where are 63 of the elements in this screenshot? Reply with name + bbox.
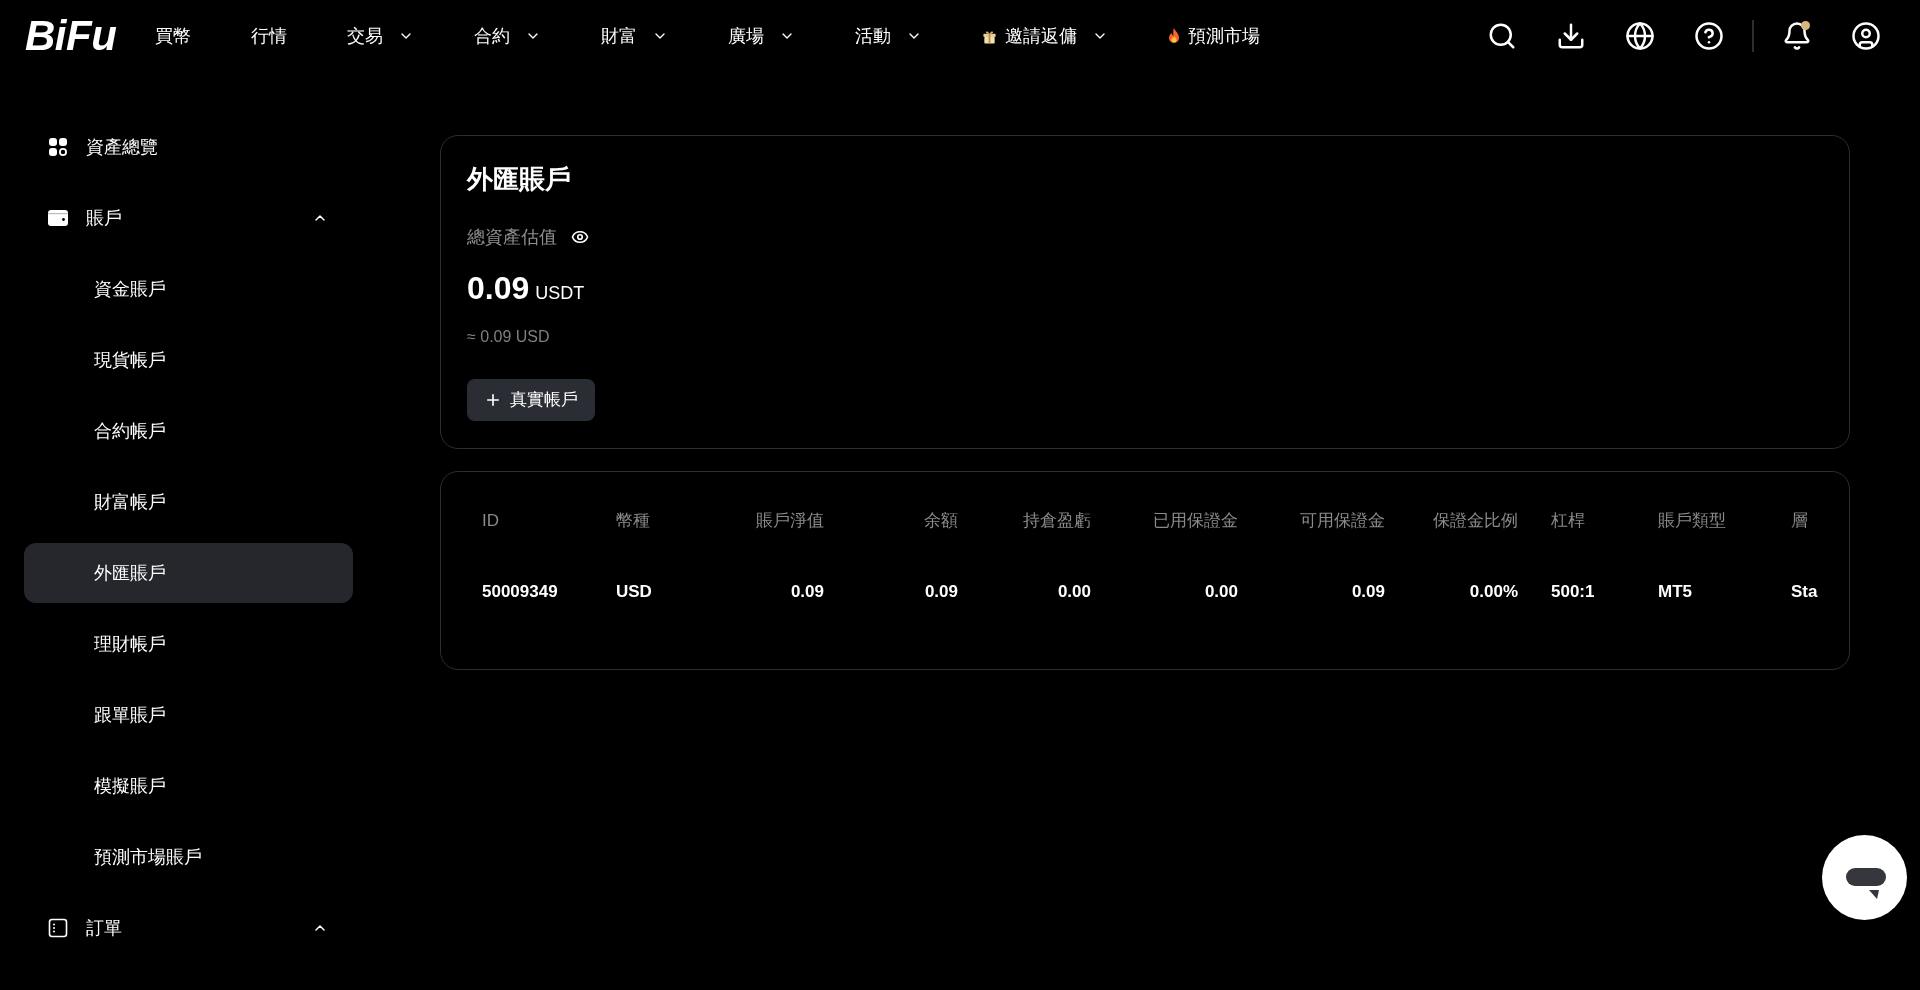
grid-icon [48, 137, 68, 157]
sidebar-item[interactable]: 賬戶 [24, 188, 353, 248]
table-cell-text: 0.00% [1468, 581, 1518, 603]
nav-link[interactable]: 預測市場 [1168, 22, 1261, 50]
sidebar-subitem[interactable]: 財富帳戶 [24, 472, 353, 532]
card-title: 外匯賬戶 [467, 163, 571, 196]
table-cell-text: 50009349 [482, 581, 559, 603]
column-header: 杠桿 [1550, 510, 1586, 532]
column-header: 持倉盈虧 [1022, 510, 1091, 532]
column-header: 層 [1791, 510, 1809, 532]
help-icon[interactable] [1694, 21, 1724, 51]
nav-link[interactable]: 廣場 [728, 22, 796, 50]
logo[interactable]: BiFu [25, 15, 117, 57]
wallet-icon [48, 210, 68, 226]
sidebar-subitem[interactable]: 理財帳戶 [24, 614, 353, 674]
fire-icon [1168, 27, 1181, 45]
sidebar-item[interactable]: 資產總覽 [24, 117, 353, 177]
approx-value: ≈ 0.09 USD [467, 327, 550, 347]
nav-link[interactable]: 財富 [601, 22, 669, 50]
list-icon [48, 918, 68, 938]
column-header: 余額 [923, 510, 958, 532]
table-cell-text: 0.09 [789, 581, 824, 603]
nav-link[interactable]: 買幣 [155, 22, 192, 50]
column-header: 賬戶淨值 [755, 510, 824, 532]
eye-icon[interactable] [571, 228, 589, 246]
bell-icon[interactable] [1782, 21, 1812, 51]
nav-link[interactable]: 邀請返傭 [982, 22, 1109, 50]
total-unit: USDT [535, 282, 585, 305]
nav-link[interactable]: 活動 [855, 22, 923, 50]
column-header: 保證金比例 [1432, 510, 1518, 532]
chat-bubble-icon [1845, 868, 1886, 899]
plus-icon [484, 391, 502, 409]
column-header: 可用保證金 [1299, 510, 1385, 532]
table-cell-text: 0.00 [1203, 581, 1238, 603]
sidebar-subitem[interactable]: 資金賬戶 [24, 259, 353, 319]
column-header: ID [482, 510, 500, 532]
sidebar-subitem[interactable]: 模擬賬戶 [24, 756, 353, 816]
sidebar-subitem[interactable]: 跟單賬戶 [24, 685, 353, 745]
search-icon[interactable] [1487, 21, 1517, 51]
sidebar-subitem[interactable]: 合約帳戶 [24, 401, 353, 461]
table-cell-text: Sta [1791, 581, 1819, 603]
sidebar-item[interactable]: 訂單 [24, 898, 353, 958]
total-value: 0.09 [467, 269, 530, 308]
download-icon[interactable] [1556, 21, 1586, 51]
table-cell-text: USD [616, 581, 653, 603]
nav-link[interactable]: 合約 [474, 22, 542, 50]
column-header: 已用保證金 [1152, 510, 1238, 532]
add-account-button[interactable]: 真實帳戶 [467, 379, 595, 421]
sidebar-subitem[interactable]: 外匯賬戶 [24, 543, 353, 603]
sidebar-subitem[interactable]: 預測市場賬戶 [24, 827, 353, 887]
globe-icon[interactable] [1625, 21, 1655, 51]
user-icon[interactable] [1851, 21, 1881, 51]
table-cell-text: 0.09 [1350, 581, 1385, 603]
table-cell-text: 0.00 [1056, 581, 1091, 603]
column-header: 賬戶類型 [1658, 510, 1727, 532]
table-cell-text: 500:1 [1550, 581, 1596, 603]
nav-link[interactable]: 交易 [347, 22, 415, 50]
table-cell-text: MT5 [1658, 581, 1693, 603]
sidebar-subitem[interactable]: 現貨帳戶 [24, 330, 353, 390]
nav-link[interactable]: 行情 [251, 22, 288, 50]
column-header: 幣種 [616, 510, 651, 532]
table-cell-text: 0.09 [923, 581, 958, 603]
total-label: 總資產估值 [467, 226, 557, 249]
